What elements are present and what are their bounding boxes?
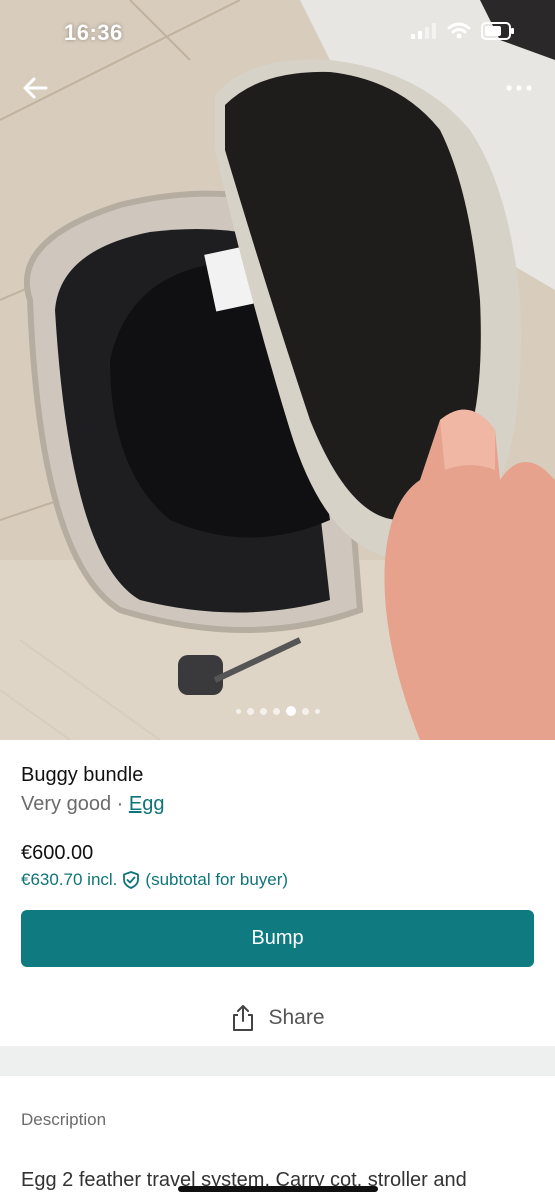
separator-dot: ·	[111, 793, 129, 815]
item-price: €600.00	[21, 842, 94, 864]
status-bar: 16:36	[0, 0, 555, 64]
home-indicator[interactable]	[178, 1186, 378, 1192]
share-icon	[233, 1005, 254, 1031]
cellular-signal-icon	[411, 23, 436, 39]
page-dot[interactable]	[259, 707, 267, 715]
share-label: Share	[268, 1006, 325, 1029]
item-condition-brand: Very good · Egg	[21, 793, 164, 816]
price-incl-value: €630.70 incl.	[21, 870, 118, 889]
page-dot-active[interactable]	[285, 706, 296, 716]
buyer-protection-price[interactable]: €630.70 incl. (subtotal for buyer)	[21, 870, 288, 890]
page-dot[interactable]	[235, 708, 241, 714]
item-condition: Very good	[21, 793, 112, 815]
status-icons	[411, 22, 515, 40]
section-divider	[0, 1046, 555, 1076]
page-dot[interactable]	[246, 707, 254, 715]
item-photo	[0, 0, 555, 740]
page-dot[interactable]	[272, 707, 280, 715]
arrow-left-icon	[23, 77, 48, 99]
gallery-page-indicator	[0, 706, 555, 716]
wifi-icon	[447, 22, 471, 39]
brand-link[interactable]: Egg	[129, 793, 165, 815]
price-incl-note: (subtotal for buyer)	[145, 870, 289, 889]
page-dot[interactable]	[314, 708, 320, 714]
shield-check-icon	[123, 871, 140, 889]
more-options-button[interactable]	[501, 74, 537, 102]
description-heading: Description	[21, 1110, 107, 1129]
page-dot[interactable]	[301, 707, 309, 715]
item-photo-gallery[interactable]: 16:36	[0, 0, 555, 740]
description-text: Egg 2 feather travel system. Carry cot, …	[21, 1169, 467, 1191]
more-dots-icon	[506, 85, 532, 91]
status-time: 16:36	[64, 20, 123, 45]
back-button[interactable]	[18, 72, 54, 104]
item-title: Buggy bundle	[21, 764, 144, 786]
share-button[interactable]: Share	[0, 998, 555, 1038]
bump-button[interactable]: Bump	[21, 910, 534, 967]
battery-icon	[481, 22, 514, 40]
